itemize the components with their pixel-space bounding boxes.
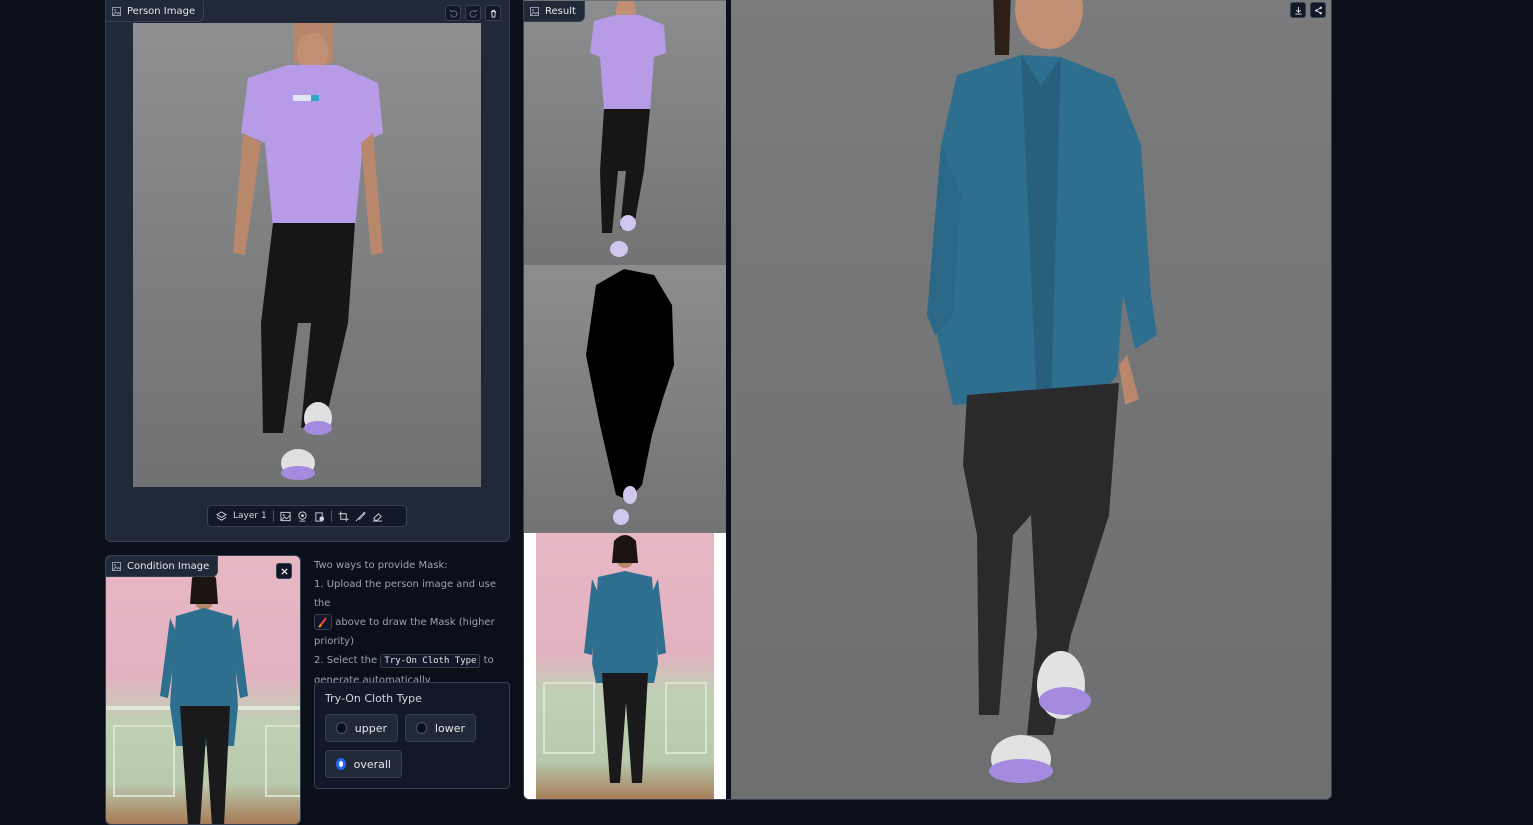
result-label-text: Result: [545, 5, 576, 17]
toolbar-divider: [330, 510, 332, 522]
layer-label[interactable]: Layer 1: [233, 511, 267, 521]
webcam-icon[interactable]: [297, 510, 308, 522]
radio-lower-label: lower: [434, 721, 465, 735]
person-figure: [233, 23, 383, 480]
instructions-step-1-text: 1. Upload the person image and use the: [314, 579, 497, 609]
clear-button[interactable]: [485, 5, 501, 21]
image-upload-icon[interactable]: [280, 511, 291, 522]
person-image-label-text: Person Image: [127, 5, 196, 17]
toolbar-divider: [272, 510, 274, 522]
download-button[interactable]: [1290, 2, 1306, 18]
share-button[interactable]: [1310, 2, 1326, 18]
result-mask-image: [524, 265, 726, 533]
layers-icon[interactable]: [216, 510, 227, 522]
editor-toolbar: Layer 1: [207, 505, 407, 527]
radio-lower[interactable]: lower: [405, 714, 476, 742]
cloth-type-group: Try-On Cloth Type upper lower overall: [314, 682, 510, 789]
condition-figure: [106, 571, 300, 824]
instructions-step-1-text-2: above to draw the Mask (higher priority): [314, 617, 495, 647]
image-icon: [530, 6, 539, 16]
image-icon: [112, 561, 121, 571]
clipboard-icon[interactable]: [314, 511, 325, 522]
radio-overall-label: overall: [353, 757, 391, 771]
close-icon: [280, 567, 288, 575]
undo-icon: [449, 9, 457, 18]
brush-icon[interactable]: [355, 511, 366, 522]
image-icon: [112, 6, 121, 16]
condition-image-label: Condition Image: [106, 556, 219, 577]
person-image-label: Person Image: [106, 1, 205, 22]
radio-upper-label: upper: [354, 721, 387, 735]
result-main-image: [731, 0, 1331, 799]
radio-overall[interactable]: overall: [325, 750, 402, 778]
instructions-step-2-text: 2. Select the: [314, 655, 378, 666]
redo-icon: [469, 9, 477, 18]
result-panel: Result: [523, 0, 1332, 800]
cloth-type-code: Try-On Cloth Type: [380, 654, 481, 668]
cloth-type-title: Try-On Cloth Type: [325, 692, 422, 705]
condition-image-label-text: Condition Image: [127, 560, 210, 572]
mask-instructions: Two ways to provide Mask: 1. Upload the …: [314, 556, 510, 690]
crop-icon[interactable]: [338, 510, 349, 522]
instructions-step-1: 1. Upload the person image and use the a…: [314, 575, 510, 651]
redo-button[interactable]: [465, 5, 481, 21]
trash-icon: [490, 9, 496, 18]
person-image-canvas[interactable]: [133, 23, 481, 487]
result-label: Result: [524, 1, 585, 22]
undo-button[interactable]: [445, 5, 461, 21]
brush-icon: [314, 614, 332, 630]
radio-upper[interactable]: upper: [325, 714, 398, 742]
result-garment-image: [524, 533, 726, 799]
instructions-heading: Two ways to provide Mask:: [314, 560, 448, 571]
radio-upper-indicator[interactable]: [336, 722, 347, 734]
share-icon: [1314, 6, 1322, 14]
remove-condition-button[interactable]: [276, 563, 292, 579]
radio-lower-indicator[interactable]: [416, 722, 427, 734]
eraser-icon[interactable]: [372, 511, 383, 522]
radio-overall-indicator[interactable]: [336, 758, 346, 770]
result-original-image: [524, 1, 726, 265]
condition-image-panel[interactable]: Condition Image: [105, 555, 301, 825]
download-icon: [1294, 6, 1302, 15]
